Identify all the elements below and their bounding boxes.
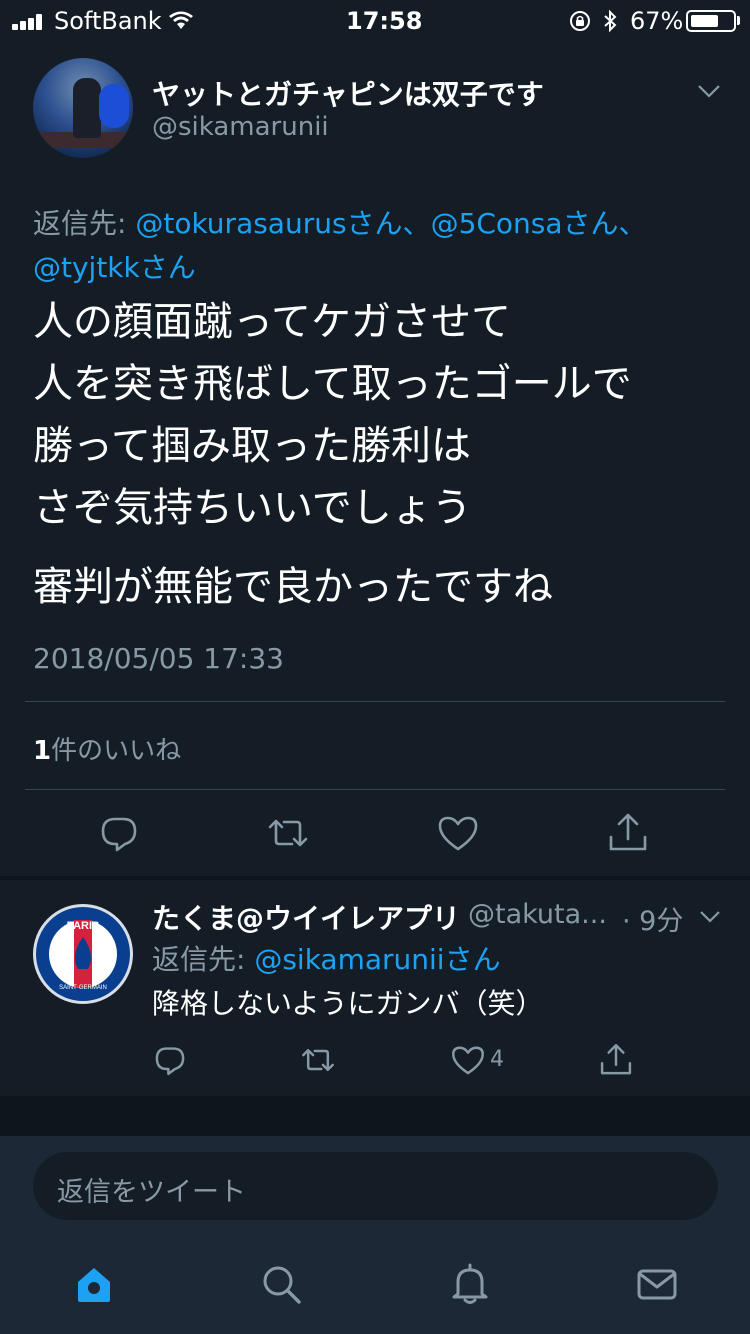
mention-link[interactable]: @5Consaさん、 [431, 207, 647, 240]
carrier-label: SoftBank [54, 7, 162, 35]
tweet-time: · 9分 [622, 906, 684, 937]
tab-home[interactable] [72, 1262, 116, 1306]
wifi-icon [169, 11, 193, 29]
mention-link[interactable]: @tyjtkkさん [33, 251, 196, 284]
chevron-down-icon[interactable] [696, 82, 722, 100]
battery-nub [737, 16, 740, 25]
section-separator [0, 876, 750, 880]
tweet-text: 人の顔面蹴ってケガさせて 人を突き飛ばして取ったゴールで 勝って掴み取った勝利は… [33, 299, 632, 531]
heart-icon [438, 816, 478, 851]
author-handle[interactable]: @sikamarunii [152, 112, 329, 142]
mention-link[interactable]: @tokurasaurusさん、 [135, 207, 430, 240]
author-name[interactable]: ヤットとガチャピンは双子です [152, 73, 544, 113]
tab-messages[interactable] [635, 1262, 679, 1306]
reply-context: 返信先: @tokurasaurusさん、@5Consaさん、 @tyjtkkさん [33, 202, 723, 290]
share-button[interactable] [606, 811, 650, 855]
battery-percent: 67% [630, 7, 684, 35]
tab-notifications[interactable] [448, 1262, 492, 1306]
battery-level [691, 15, 718, 27]
psg-logo: PARIS SAINT·GERMAIN [37, 908, 129, 1000]
like-button[interactable] [436, 811, 480, 855]
share-icon [600, 1044, 632, 1075]
likes-summary[interactable]: 1件のいいね [33, 730, 181, 767]
likes-label: 件のいいね [51, 736, 182, 766]
rotation-lock-icon [570, 11, 590, 31]
reply-input-placeholder: 返信をツイート [57, 1177, 246, 1208]
reply-icon [101, 817, 137, 852]
reply-button[interactable] [97, 811, 141, 855]
reply-icon [155, 1047, 185, 1076]
divider [25, 789, 725, 790]
tweet-text: 降格しないようにガンバ（笑） [152, 987, 544, 1020]
likes-count: 1 [33, 736, 52, 766]
heart-icon [452, 1046, 484, 1075]
bluetooth-icon [604, 9, 617, 33]
share-button[interactable] [598, 1042, 634, 1078]
retweet-icon [302, 1048, 334, 1072]
reply-prefix: 返信先: [33, 207, 136, 240]
retweet-button[interactable] [300, 1042, 336, 1078]
author-name[interactable]: たくま@ウイイレアプリ [152, 897, 460, 937]
home-icon [78, 1268, 110, 1302]
chevron-down-icon[interactable] [698, 909, 722, 925]
svg-text:PARIS: PARIS [67, 920, 100, 932]
mention-link[interactable]: @sikamaruniiさん [254, 943, 500, 976]
avatar[interactable]: PARIS SAINT·GERMAIN [33, 904, 133, 1004]
signal-icon [12, 14, 50, 30]
tab-search[interactable] [259, 1262, 303, 1306]
messages-icon [637, 1269, 677, 1300]
like-count: 4 [490, 1047, 504, 1072]
reply-button[interactable] [152, 1042, 188, 1078]
battery-icon [686, 10, 736, 32]
status-bar: SoftBank 17:58 67% [0, 0, 750, 40]
reply-prefix: 返信先: [152, 943, 255, 976]
clock: 17:58 [346, 7, 423, 35]
tweet-timestamp: 2018/05/05 17:33 [33, 642, 284, 675]
author-handle[interactable]: @takuta... [468, 899, 607, 930]
section-separator [0, 1096, 750, 1136]
retweet-icon [268, 819, 308, 847]
search-icon [263, 1266, 301, 1304]
tweet-text-last: 審判が無能で良かったですね [33, 564, 553, 610]
svg-text:SAINT·GERMAIN: SAINT·GERMAIN [59, 985, 107, 991]
divider [25, 701, 725, 702]
like-button[interactable] [450, 1042, 486, 1078]
retweet-button[interactable] [266, 811, 310, 855]
reply-context: 返信先: @sikamaruniiさん [152, 938, 501, 978]
notifications-icon [452, 1263, 488, 1304]
avatar[interactable] [33, 58, 133, 158]
share-icon [609, 813, 647, 851]
